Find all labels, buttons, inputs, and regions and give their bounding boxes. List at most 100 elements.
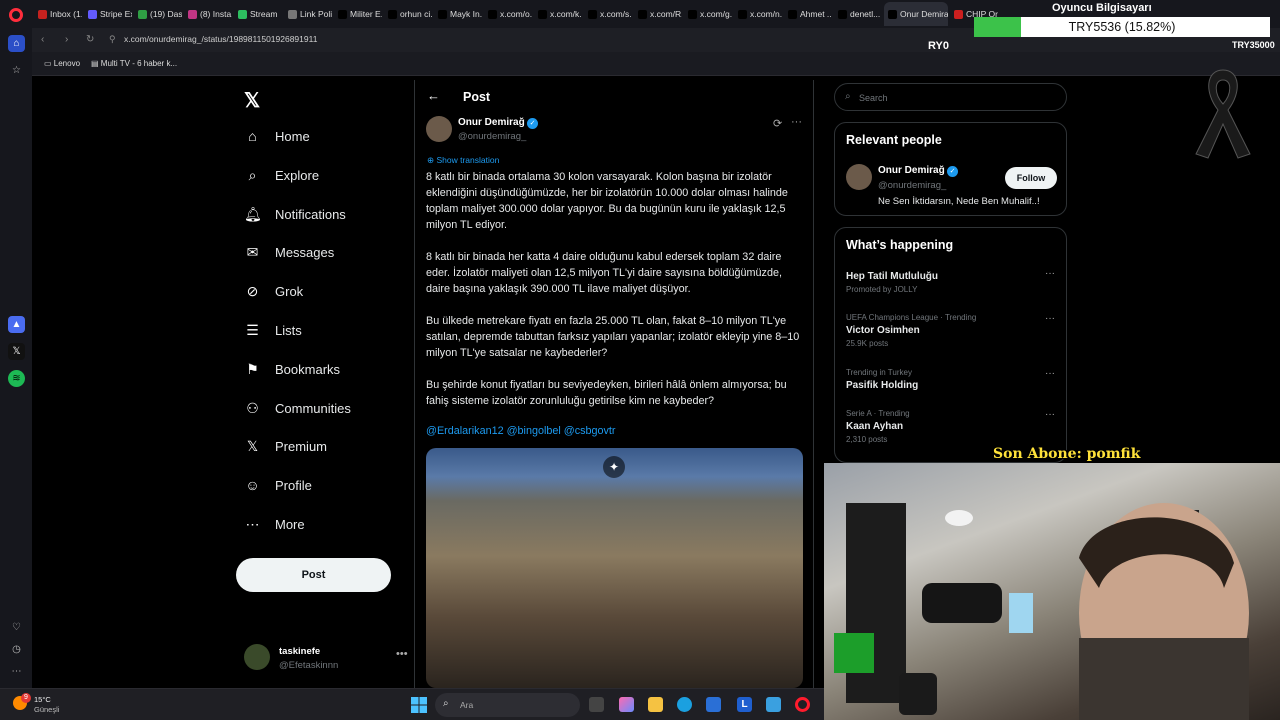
show-translation-label: Show translation (436, 155, 500, 165)
heart-icon[interactable]: ♡ (8, 619, 25, 636)
url-field[interactable]: x.com/onurdemirag_/status/19898115019268… (124, 34, 317, 44)
task-view-icon[interactable] (589, 697, 604, 712)
post-button[interactable]: Post (236, 558, 391, 592)
grok-icon[interactable]: ⟳ (773, 117, 782, 130)
x-app-icon[interactable]: 𝕏 (8, 343, 25, 360)
browser-tab[interactable]: Ahmet ... (784, 2, 832, 26)
post-mentions[interactable]: @Erdalarikan12 @bingolbel @csbgovtr (426, 425, 616, 437)
browser-tab[interactable]: Stream (234, 2, 282, 26)
tab-favicon-icon (288, 9, 297, 19)
show-translation-link[interactable]: ⊕ Show translation (427, 155, 499, 166)
opera-logo-icon[interactable] (9, 8, 23, 22)
person-name[interactable]: Onur Demirağ (878, 165, 945, 176)
browser-tab[interactable]: x.com/R... (634, 2, 682, 26)
forward-icon[interactable]: › (65, 34, 68, 45)
follow-button[interactable]: Follow (1005, 167, 1057, 189)
post-paragraph: Bu ülkede metrekare fiyatı en fazla 25.0… (426, 315, 800, 359)
trend-item[interactable]: UEFA Champions League · Trending Victor O… (846, 313, 1061, 348)
browser-tab[interactable]: (8) Insta... (184, 2, 232, 26)
star-icon[interactable]: ☆ (8, 62, 25, 79)
post-video[interactable]: ✦ (426, 448, 803, 688)
browser-tab[interactable]: Stripe Ex... (84, 2, 132, 26)
person-handle[interactable]: @onurdemirag_ (878, 180, 946, 191)
nav-item-label: Lists (275, 323, 302, 338)
bell-icon: 🔔︎ (244, 205, 262, 222)
more-icon[interactable]: ··· (1045, 409, 1055, 420)
browser-tab[interactable]: Inbox (1... (34, 2, 82, 26)
browser-tab[interactable]: x.com/o... (484, 2, 532, 26)
trend-subtext: 25.9K posts (846, 339, 889, 348)
more-icon[interactable]: ··· (791, 116, 802, 128)
history-icon[interactable]: ◷ (8, 641, 25, 658)
edge-icon[interactable] (677, 697, 692, 712)
more-icon[interactable]: ⋯ (8, 663, 25, 680)
author-handle[interactable]: @onurdemirag_ (458, 131, 526, 142)
taskbar-search-input[interactable]: ⌕ Ara (435, 693, 580, 717)
taskbar-search-placeholder: Ara (460, 700, 474, 710)
lenovo-icon[interactable]: L (737, 697, 752, 712)
site-settings-icon[interactable]: ⚲ (109, 34, 116, 45)
more-icon[interactable]: ··· (1045, 268, 1055, 279)
browser-tab[interactable]: orhun ci... (384, 2, 432, 26)
aria-icon[interactable]: ▲ (8, 316, 25, 333)
nav-item-bookmarks[interactable]: ⚑ Bookmarks (244, 361, 340, 378)
browser-tab[interactable]: x.com/n... (734, 2, 782, 26)
search-input[interactable]: ⌕ Search (834, 83, 1067, 111)
file-explorer-icon[interactable] (648, 697, 663, 712)
nav-item-explore[interactable]: ⌕ Explore (244, 167, 320, 184)
copilot-icon[interactable] (619, 697, 634, 712)
author-name[interactable]: Onur Demirağ (458, 117, 525, 128)
trend-item[interactable]: Trending in Turkey Pasifik Holding ··· (846, 368, 1061, 391)
browser-tab[interactable]: x.com/k... (534, 2, 582, 26)
more-icon[interactable]: ··· (1045, 368, 1055, 379)
opera-taskbar-icon[interactable] (795, 697, 810, 712)
back-arrow-icon[interactable]: ← (427, 88, 440, 103)
browser-tab[interactable]: denetl... (834, 2, 882, 26)
trend-item[interactable]: Serie A · Trending Kaan Ayhan 2,310 posts ·… (846, 409, 1061, 444)
network-app-icon[interactable] (766, 697, 781, 712)
nav-item-profile[interactable]: ☺ Profile (244, 477, 312, 493)
nav-item-communities[interactable]: ⚇ Communities (244, 400, 351, 417)
browser-tab[interactable]: (19) Das... (134, 2, 182, 26)
browser-tab[interactable]: x.com/g... (684, 2, 732, 26)
browser-tab[interactable]: Militer E... (334, 2, 382, 26)
author-avatar[interactable] (426, 116, 452, 142)
nav-item-home[interactable]: ⌂ Home (244, 128, 310, 144)
tab-label: x.com/g... (700, 9, 732, 19)
tab-favicon-icon (588, 9, 597, 19)
browser-tab[interactable]: Mayk In... (434, 2, 482, 26)
tab-label: Inbox (1... (50, 9, 82, 19)
x-logo-icon: 𝕏 (246, 438, 259, 455)
tab-favicon-icon (188, 9, 197, 19)
nav-item-more[interactable]: ⋯ More (244, 516, 305, 533)
bookmark-multi-tv[interactable]: ▤ Multi TV - 6 haber k... (91, 59, 177, 68)
spotify-icon[interactable]: ≋ (8, 370, 25, 387)
browser-tab[interactable]: x.com/s... (584, 2, 632, 26)
trend-item[interactable]: Hep Tatil Mutluluğu Promoted by JOLLY ··· (846, 268, 1061, 294)
tab-favicon-icon (438, 9, 447, 19)
nav-item-premium[interactable]: 𝕏 Premium (244, 438, 327, 455)
avatar[interactable] (846, 164, 872, 190)
nav-item-notifications[interactable]: 🔔︎ Notifications (244, 206, 346, 223)
browser-tab[interactable]: Link Poli... (284, 2, 332, 26)
account-switcher[interactable]: taskinefe @Efetaskinnn ••• (244, 644, 412, 674)
back-icon[interactable]: ‹ (41, 34, 44, 45)
store-icon[interactable] (706, 697, 721, 712)
nav-item-grok[interactable]: ⊘ Grok (244, 283, 304, 300)
tab-label: Stream (250, 9, 278, 19)
more-icon[interactable]: ••• (396, 648, 408, 660)
reload-icon[interactable]: ↻ (86, 34, 94, 45)
grok-explain-icon[interactable]: ✦ (603, 456, 625, 478)
windows-start-icon[interactable] (411, 697, 427, 713)
nav-item-label: Communities (275, 400, 351, 416)
more-icon[interactable]: ··· (1045, 313, 1055, 324)
bookmark-lenovo[interactable]: ▭ Lenovo (44, 59, 80, 68)
opera-sidebar: ⌂ ☆ ▲ 𝕏 ≋ ♡ ◷ ⋯ (0, 28, 32, 688)
nav-item-label: Home (275, 128, 310, 144)
x-logo-icon[interactable]: 𝕏 (244, 88, 260, 113)
home-icon[interactable]: ⌂ (8, 35, 25, 52)
home-icon: ⌂ (248, 128, 257, 144)
webcam-scene (834, 503, 1249, 720)
nav-item-lists[interactable]: ☰ Lists (244, 322, 302, 339)
nav-item-messages[interactable]: ✉ Messages (244, 244, 335, 261)
